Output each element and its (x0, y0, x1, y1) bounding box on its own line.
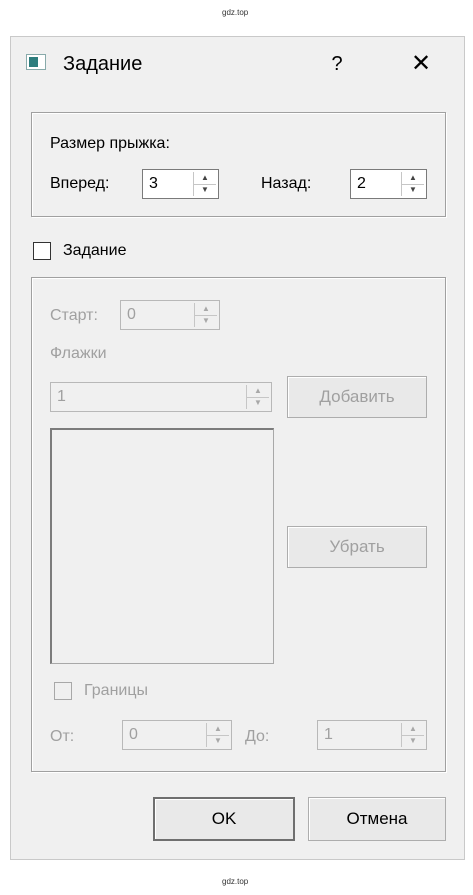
remove-flag-button[interactable]: Убрать (287, 526, 427, 568)
jump-size-group: Размер прыжка: Вперед: 3 ▲ ▼ Назад: 2 ▲ … (31, 112, 446, 217)
spin-down-icon[interactable]: ▼ (194, 184, 216, 196)
title-bar: Задание ? ✕ (11, 37, 464, 95)
app-icon (26, 54, 46, 70)
watermark-top: gdz.top (222, 8, 249, 17)
flags-label: Флажки (50, 345, 107, 362)
task-checkbox-label: Задание (63, 242, 127, 259)
cancel-button[interactable]: Отмена (308, 797, 446, 841)
jump-size-heading: Размер прыжка: (50, 135, 170, 152)
start-label: Старт: (50, 307, 98, 324)
to-spin-arrows: ▲ ▼ (401, 723, 424, 747)
start-spin-arrows: ▲ ▼ (194, 303, 217, 327)
spin-down-icon[interactable]: ▼ (195, 315, 217, 327)
help-button[interactable]: ? (322, 49, 352, 79)
from-spinbox[interactable]: 0 ▲ ▼ (122, 720, 232, 750)
task-checkbox[interactable] (33, 242, 51, 260)
to-label: До: (245, 728, 270, 745)
ok-button[interactable]: OK (153, 797, 295, 841)
bounds-label: Границы (84, 682, 148, 699)
add-flag-button[interactable]: Добавить (287, 376, 427, 418)
from-spin-arrows: ▲ ▼ (206, 723, 229, 747)
flag-spin-arrows: ▲ ▼ (246, 385, 269, 409)
window-title: Задание (63, 53, 143, 75)
spin-down-icon[interactable]: ▼ (247, 397, 269, 409)
back-value: 2 (357, 175, 366, 192)
spin-down-icon[interactable]: ▼ (402, 184, 424, 196)
back-spinbox[interactable]: 2 ▲ ▼ (350, 169, 427, 199)
forward-label: Вперед: (50, 175, 110, 192)
to-value: 1 (324, 726, 333, 743)
start-value: 0 (127, 306, 136, 323)
watermark-bottom: gdz.top (222, 877, 249, 886)
flags-listbox[interactable] (50, 428, 274, 664)
forward-spin-arrows: ▲ ▼ (193, 172, 216, 196)
from-value: 0 (129, 726, 138, 743)
forward-value: 3 (149, 175, 158, 192)
back-spin-arrows: ▲ ▼ (401, 172, 424, 196)
spin-down-icon[interactable]: ▼ (402, 735, 424, 747)
forward-spinbox[interactable]: 3 ▲ ▼ (142, 169, 219, 199)
close-icon[interactable]: ✕ (406, 49, 436, 79)
task-group: Старт: 0 ▲ ▼ Флажки 1 ▲ ▼ Добавить Убрат… (31, 277, 446, 772)
task-dialog: Задание ? ✕ Размер прыжка: Вперед: 3 ▲ ▼… (10, 36, 465, 860)
back-label: Назад: (261, 175, 312, 192)
from-label: От: (50, 728, 75, 745)
spin-down-icon[interactable]: ▼ (207, 735, 229, 747)
start-spinbox[interactable]: 0 ▲ ▼ (120, 300, 220, 330)
bounds-checkbox[interactable] (54, 682, 72, 700)
flag-value: 1 (57, 388, 66, 405)
to-spinbox[interactable]: 1 ▲ ▼ (317, 720, 427, 750)
flag-spinbox[interactable]: 1 ▲ ▼ (50, 382, 272, 412)
